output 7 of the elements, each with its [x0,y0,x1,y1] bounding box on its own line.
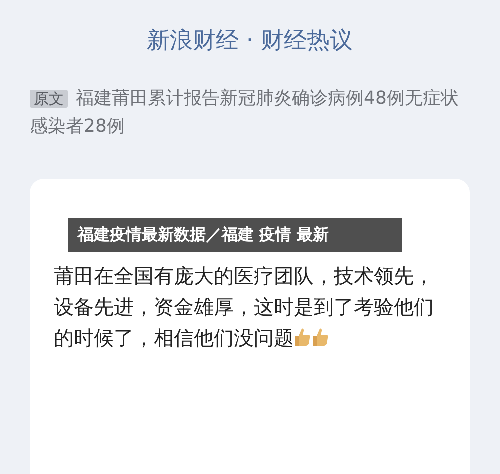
thumbs-up-icon [294,326,312,346]
source-tag: 原文 [30,90,68,108]
banner-text: 福建疫情最新数据／福建 疫情 最新 [78,224,330,246]
source-text: 原文 福建莆田累计报告新冠肺炎确诊病例48例无症状感染者28例 [30,86,460,138]
page-title: 新浪财经 · 财经热议 [147,27,353,56]
comment-text: 莆田在全国有庞大的医疗团队，技术领先，设备先进，资金雄厚，这时是到了考验他们的时候了，相信他们没问题 [54,262,435,352]
thumbs-up-icon [312,326,330,346]
